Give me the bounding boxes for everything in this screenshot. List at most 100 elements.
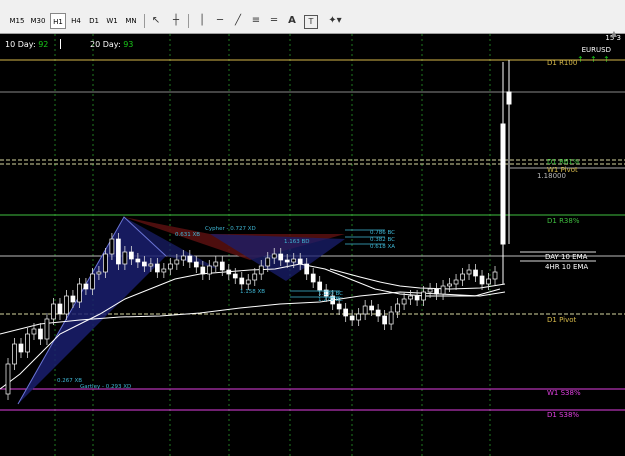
candle-body xyxy=(239,277,245,285)
price-label-118: 1.18000 xyxy=(537,172,566,180)
candle-body xyxy=(232,273,238,279)
candle-body xyxy=(349,315,355,321)
candle-body xyxy=(135,258,141,263)
level-label-4hr10ema: 4HR 10 EMA xyxy=(545,263,588,271)
candle-body xyxy=(180,255,186,261)
candle-body xyxy=(25,333,30,353)
candle-body xyxy=(343,308,349,317)
candle-body xyxy=(44,318,50,340)
level-label-day10ema: DAY 10 EMA xyxy=(545,253,588,261)
candle-body xyxy=(479,275,485,285)
candle-body xyxy=(213,261,219,267)
candle-body xyxy=(291,258,297,263)
pattern-xb-label: 1.158 XB xyxy=(240,289,265,295)
candle-body xyxy=(109,238,115,255)
candle-body xyxy=(226,269,232,275)
candle-body xyxy=(103,253,108,273)
level-label-d1-s38: D1 S38% xyxy=(547,411,579,419)
candle-body xyxy=(18,343,24,353)
candle-body xyxy=(90,273,95,290)
candle-body xyxy=(174,259,180,265)
timeframe-m30[interactable]: M30 xyxy=(28,13,48,29)
level-label-d1-r38: D1 R38% xyxy=(547,217,580,225)
price-spike xyxy=(500,60,512,284)
candle-body xyxy=(116,238,121,265)
price-chart[interactable]: D1 R100 D1 R61% W1 Pivot 1.18000 D1 R38%… xyxy=(0,34,625,456)
level-label-w1-s38: W1 S38% xyxy=(547,389,581,397)
candle-body xyxy=(473,269,478,277)
candle-body xyxy=(421,291,426,301)
timeframe-mn[interactable]: MN xyxy=(122,13,140,29)
text-label-icon[interactable]: T xyxy=(304,15,318,29)
candle-body xyxy=(64,295,69,315)
candle-body xyxy=(434,288,439,295)
toolbar-separator xyxy=(144,14,145,28)
candle-body xyxy=(336,303,342,310)
horizontal-line-icon[interactable]: ─ xyxy=(212,13,228,29)
pattern-bd-label: 1.163 BD xyxy=(284,239,310,245)
candle-body xyxy=(388,311,394,325)
candle-body xyxy=(382,315,387,325)
candle-body xyxy=(200,266,206,275)
candle-body xyxy=(51,303,56,320)
vertical-line-icon[interactable]: │ xyxy=(194,13,210,29)
candle-body xyxy=(369,305,374,311)
candle-body xyxy=(440,285,446,295)
level-label-d1-r100: D1 R100 xyxy=(547,59,577,67)
candle-body xyxy=(356,313,361,321)
chart-toolbar: M15 M30 H1 H4 D1 W1 MN ↖ ┼ │ ─ ╱ ≡ ═ A T ✦▾ xyxy=(0,0,625,34)
level-label-d1-r61: D1 R61% xyxy=(547,158,580,166)
candle-body xyxy=(77,283,82,303)
candle-body xyxy=(492,271,498,280)
toolbar-separator xyxy=(188,14,189,28)
candle-body xyxy=(265,257,271,267)
candle-body xyxy=(167,263,173,270)
trendline-icon[interactable]: ╱ xyxy=(230,13,246,29)
pattern-cypher-label: Cypher - 0.727 XD xyxy=(205,226,256,232)
timeframe-w1[interactable]: W1 xyxy=(104,13,120,29)
level-labels: D1 R100 D1 R61% W1 Pivot 1.18000 D1 R38%… xyxy=(537,59,588,419)
pattern-gartley-label: Gartley - 0.293 XD xyxy=(80,384,131,390)
pattern-bc-label: 0.382 BC xyxy=(370,237,395,243)
candle-body xyxy=(31,328,37,335)
candle-body xyxy=(271,253,277,259)
candle-body xyxy=(219,261,225,271)
pattern-bc-label: 0.786 BC xyxy=(370,230,395,236)
candle-body xyxy=(414,295,420,301)
level-label-d1-pivot: D1 Pivot xyxy=(547,316,577,324)
timeframe-m15[interactable]: M15 xyxy=(8,13,26,29)
candle-body xyxy=(193,261,199,268)
cursor-icon[interactable]: ↖ xyxy=(148,13,164,29)
candle-body xyxy=(161,268,167,273)
crosshair-icon[interactable]: ┼ xyxy=(168,13,184,29)
pattern-xb-label: 0.631 XB xyxy=(175,232,200,238)
candle-body xyxy=(187,255,193,263)
timeframe-h1[interactable]: H1 xyxy=(50,13,66,29)
candle-body xyxy=(486,278,491,285)
timeframe-d1[interactable]: D1 xyxy=(86,13,102,29)
candle-body xyxy=(453,279,459,285)
candle-body xyxy=(38,328,43,340)
candle-body xyxy=(122,251,128,265)
candle-body xyxy=(460,273,465,281)
candle-body xyxy=(129,251,134,260)
candle-body xyxy=(57,303,63,315)
candle-body xyxy=(317,281,323,291)
candle-body xyxy=(245,279,251,285)
candle-body xyxy=(310,273,316,283)
channel-icon[interactable]: ═ xyxy=(266,13,282,29)
candle-body xyxy=(304,263,310,275)
timeframe-h4[interactable]: H4 xyxy=(68,13,84,29)
candle-body xyxy=(447,283,452,287)
fibonacci-icon[interactable]: ≡ xyxy=(248,13,264,29)
text-icon[interactable]: A xyxy=(284,13,300,29)
candle-body xyxy=(252,273,258,281)
candle-body xyxy=(362,305,368,315)
candle-body xyxy=(466,269,472,275)
shapes-dropdown-icon[interactable]: ✦▾ xyxy=(324,13,346,29)
candle-body xyxy=(375,309,381,317)
candle-body xyxy=(96,271,102,275)
candle-body xyxy=(12,343,17,365)
candle-body xyxy=(427,288,433,293)
candle-body xyxy=(83,283,89,290)
